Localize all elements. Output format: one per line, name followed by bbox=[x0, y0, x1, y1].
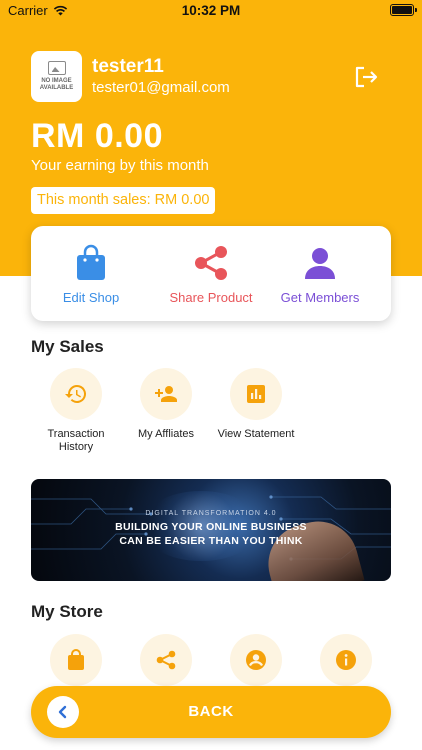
view-statement-circle bbox=[230, 368, 282, 420]
share-icon bbox=[195, 246, 227, 280]
view-statement-button[interactable]: View Statement bbox=[211, 368, 301, 441]
share-product-button[interactable]: Share Product bbox=[151, 244, 271, 305]
shopping-bag-icon bbox=[68, 649, 84, 670]
my-store-heading: My Store bbox=[31, 602, 103, 621]
user-email: tester01@gmail.com bbox=[92, 79, 230, 96]
store-info-button[interactable] bbox=[301, 634, 391, 686]
avatar-placeholder-text: NO IMAGE AVAILABLE bbox=[39, 78, 74, 91]
back-label: BACK bbox=[188, 703, 234, 720]
get-members-button[interactable]: Get Members bbox=[260, 244, 380, 305]
info-icon bbox=[336, 650, 356, 670]
transaction-history-button[interactable]: Transaction History bbox=[31, 368, 121, 454]
add-person-icon bbox=[155, 386, 177, 402]
share-icon bbox=[156, 650, 176, 670]
banner-headline-line1: BUILDING YOUR ONLINE BUSINESS bbox=[115, 521, 307, 533]
battery-icon bbox=[390, 4, 417, 16]
edit-shop-label: Edit Shop bbox=[62, 290, 120, 305]
person-icon bbox=[305, 248, 335, 279]
banner-subtitle: DIGITAL TRANSFORMATION 4.0 bbox=[145, 510, 277, 517]
get-members-label: Get Members bbox=[280, 290, 360, 305]
avatar[interactable]: NO IMAGE AVAILABLE bbox=[31, 51, 82, 102]
earning-amount: RM 0.00 bbox=[31, 117, 163, 155]
banner-headline-line2: CAN BE EASIER THAN YOU THINK bbox=[119, 535, 303, 547]
store-share-circle bbox=[140, 634, 192, 686]
store-account-button[interactable] bbox=[211, 634, 301, 686]
earning-caption: Your earning by this month bbox=[31, 157, 209, 174]
status-bar: Carrier 10:32 PM bbox=[0, 0, 422, 22]
monthly-sales-badge: This month sales: RM 0.00 bbox=[31, 187, 216, 214]
store-account-circle bbox=[230, 634, 282, 686]
quick-actions-card: Edit Shop Share Product Get Members bbox=[31, 226, 391, 321]
account-icon bbox=[246, 650, 266, 670]
shopping-bag-icon bbox=[77, 244, 105, 280]
store-share-button[interactable] bbox=[121, 634, 211, 686]
store-info-circle bbox=[320, 634, 372, 686]
image-placeholder-icon bbox=[47, 61, 66, 75]
my-affliates-circle bbox=[140, 368, 192, 420]
history-icon bbox=[65, 384, 87, 403]
store-shop-button[interactable] bbox=[31, 634, 121, 686]
back-button[interactable]: BACK bbox=[31, 686, 391, 738]
promo-banner[interactable]: DIGITAL TRANSFORMATION 4.0 BUILDING YOUR… bbox=[31, 479, 391, 581]
status-time: 10:32 PM bbox=[181, 3, 241, 18]
logout-icon[interactable] bbox=[355, 66, 379, 88]
store-shop-circle bbox=[50, 634, 102, 686]
username: tester11 bbox=[92, 56, 164, 77]
edit-shop-button[interactable]: Edit Shop bbox=[31, 244, 151, 305]
my-affliates-button[interactable]: My Affliates bbox=[121, 368, 211, 441]
my-affliates-label: My Affliates bbox=[137, 428, 195, 440]
transaction-history-label: Transaction History bbox=[47, 428, 105, 453]
statement-icon bbox=[247, 385, 265, 403]
my-sales-heading: My Sales bbox=[31, 337, 104, 356]
share-product-label: Share Product bbox=[169, 290, 253, 305]
view-statement-label: View Statement bbox=[217, 428, 295, 440]
transaction-history-circle bbox=[50, 368, 102, 420]
